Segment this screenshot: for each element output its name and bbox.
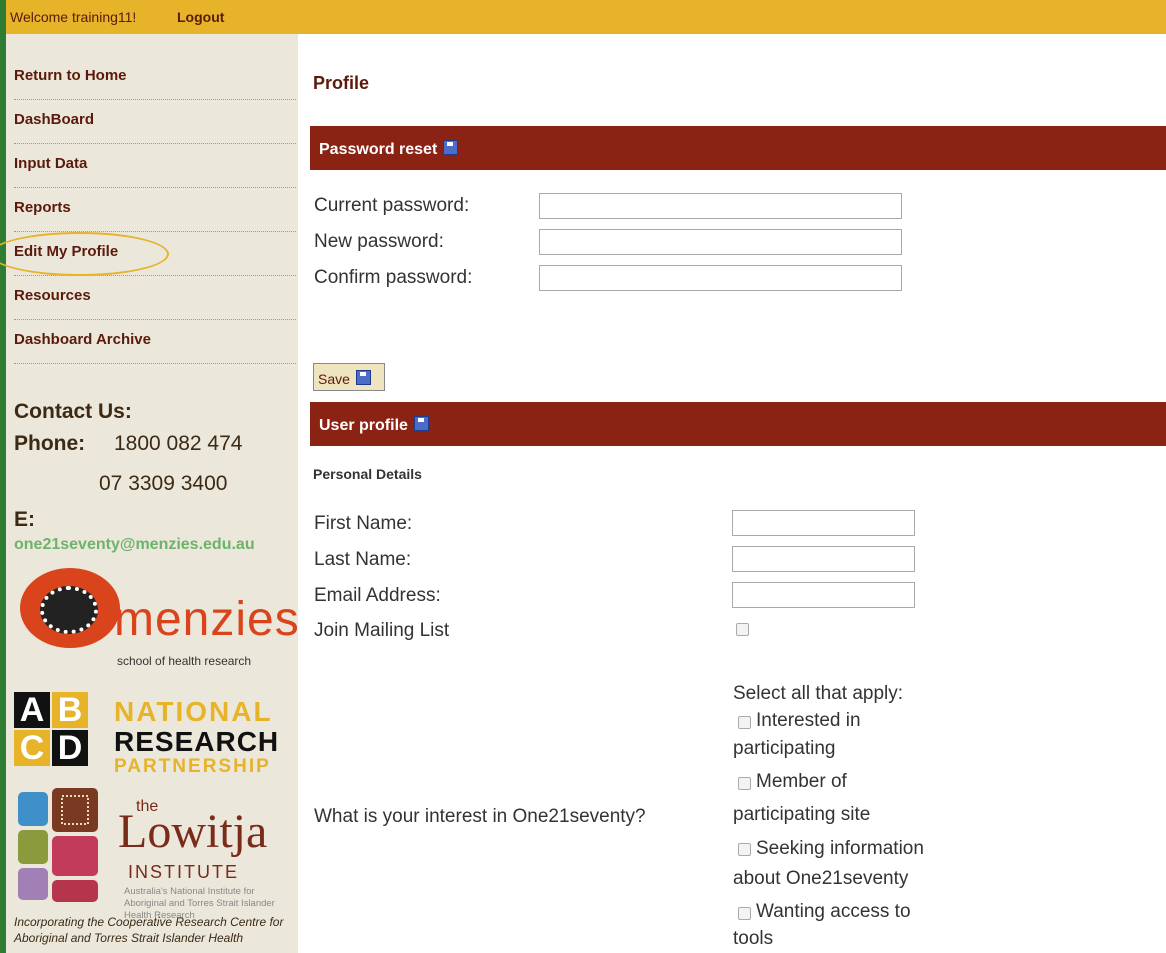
interest-option-checkbox-4[interactable] — [738, 907, 751, 920]
abcd-letter-b: B — [52, 692, 88, 728]
sidebar-item-return-home[interactable]: Return to Home — [14, 56, 296, 100]
menzies-logo: menzies school of health research — [14, 562, 304, 674]
floppy-disk-icon — [413, 416, 429, 431]
sidebar-item-resources[interactable]: Resources — [14, 276, 296, 320]
lowitja-logo: the Lowitja INSTITUTE Australia's Nation… — [14, 784, 304, 934]
save-button[interactable]: Save — [313, 363, 385, 391]
interest-option-3-line1: Seeking information — [756, 838, 924, 859]
first-name-label: First Name: — [314, 513, 413, 534]
email-label: E: — [14, 508, 35, 531]
floppy-disk-icon — [355, 370, 371, 385]
current-password-label: Current password: — [314, 195, 470, 216]
email-address-input[interactable] — [732, 582, 915, 608]
current-password-input[interactable] — [539, 193, 902, 219]
new-password-label: New password: — [314, 231, 444, 252]
phone-number-1: 1800 082 474 — [114, 432, 243, 455]
interest-option-2-line1: Member of — [756, 771, 847, 792]
confirm-password-input[interactable] — [539, 265, 902, 291]
top-bar: Welcome training11! Logout — [0, 0, 1166, 34]
interest-option-3-line2: about One21seventy — [733, 868, 909, 889]
abcd-letter-c: C — [14, 730, 50, 766]
user-profile-header: User profile — [310, 402, 1166, 446]
password-reset-header: Password reset — [310, 126, 1166, 170]
page-title: Profile — [313, 73, 370, 93]
menzies-logo-subtitle: school of health research — [117, 654, 252, 668]
interest-option-1-line1: Interested in — [756, 710, 861, 731]
password-reset-title: Password reset — [319, 141, 438, 158]
welcome-text: Welcome training11! — [10, 9, 137, 25]
user-profile-title: User profile — [319, 417, 408, 434]
confirm-password-label: Confirm password: — [314, 267, 473, 288]
personal-details-heading: Personal Details — [313, 466, 422, 482]
abcd-letter-d: D — [52, 730, 88, 766]
interest-option-1-line2: participating — [733, 738, 836, 759]
email-address-label: Email Address: — [314, 585, 441, 606]
new-password-input[interactable] — [539, 229, 902, 255]
incorporating-text: Incorporating the Cooperative Research C… — [14, 915, 284, 945]
lowitja-word: Lowitja — [118, 805, 268, 858]
sidebar: Return to Home DashBoard Input Data Repo… — [0, 34, 299, 953]
abcd-letter-a: A — [14, 692, 50, 728]
contact-email-link[interactable]: one21seventy@menzies.edu.au — [14, 536, 255, 554]
abcd-logo: A B C D NATIONAL RESEARCH PARTNERSHIP — [14, 692, 304, 792]
last-name-input[interactable] — [732, 546, 915, 572]
lowitja-tiles-icon — [18, 788, 98, 902]
last-name-label: Last Name: — [314, 549, 412, 570]
interest-option-checkbox-1[interactable] — [738, 716, 751, 729]
contact-title: Contact Us: — [14, 400, 132, 423]
nrp-line-1: NATIONAL — [114, 696, 273, 727]
sidebar-item-reports[interactable]: Reports — [14, 188, 296, 232]
logout-link[interactable]: Logout — [177, 9, 224, 25]
nrp-line-2: RESEARCH — [114, 726, 280, 757]
first-name-input[interactable] — [732, 510, 915, 536]
mailing-list-label: Join Mailing List — [314, 620, 450, 641]
sidebar-item-dashboard[interactable]: DashBoard — [14, 100, 296, 144]
phone-number-2: 07 3309 3400 — [99, 472, 228, 495]
interest-option-4-line2: tools — [733, 928, 774, 949]
interest-option-checkbox-3[interactable] — [738, 843, 751, 856]
nrp-line-3: PARTNERSHIP — [114, 756, 271, 777]
sidebar-item-input-data[interactable]: Input Data — [14, 144, 296, 188]
menzies-circle-icon — [20, 568, 120, 648]
lowitja-institute: INSTITUTE — [128, 862, 239, 882]
interest-question-label: What is your interest in One21seventy? — [314, 806, 646, 827]
sidebar-item-dashboard-archive[interactable]: Dashboard Archive — [14, 320, 296, 364]
interest-option-checkbox-2[interactable] — [738, 777, 751, 790]
select-all-label: Select all that apply: — [733, 683, 904, 704]
mailing-list-checkbox[interactable] — [736, 623, 749, 636]
interest-option-2-line2: participating site — [733, 804, 871, 825]
floppy-disk-icon — [443, 140, 459, 155]
save-button-label: Save — [318, 371, 350, 387]
menzies-logo-word: menzies — [114, 593, 300, 646]
interest-option-4-line1: Wanting access to — [756, 901, 911, 922]
phone-label: Phone: — [14, 432, 86, 455]
